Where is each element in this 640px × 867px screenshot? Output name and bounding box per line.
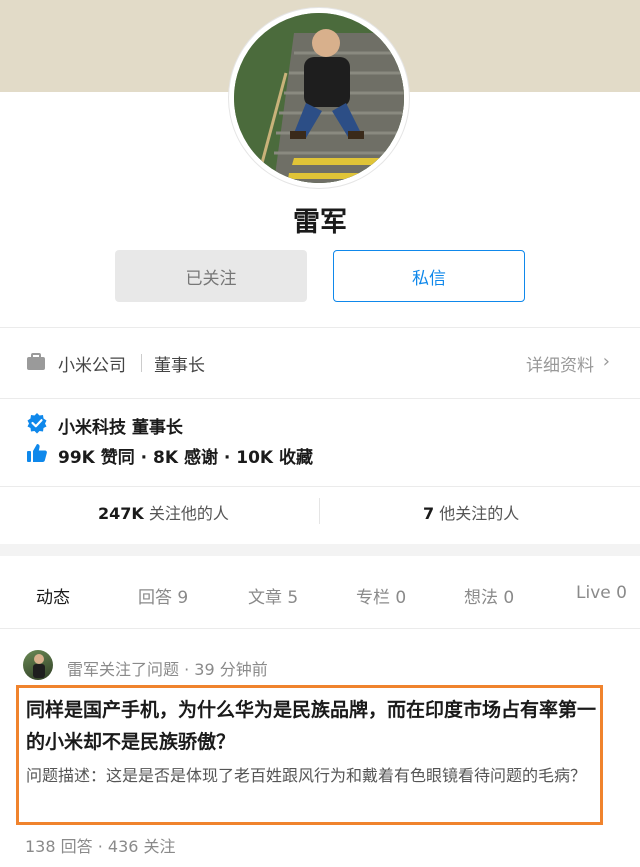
divider bbox=[0, 398, 640, 399]
verified-badge-icon bbox=[26, 412, 48, 438]
briefcase-icon bbox=[26, 352, 46, 376]
tab-thoughts[interactable]: 想法 0 bbox=[464, 583, 514, 608]
profile-name: 雷军 bbox=[293, 207, 347, 238]
tabs-divider bbox=[0, 628, 640, 629]
chevron-right-icon: › bbox=[602, 351, 610, 372]
thumbs-up-icon bbox=[26, 442, 48, 468]
tab-articles[interactable]: 文章 5 bbox=[248, 583, 298, 608]
message-button[interactable]: 私信 bbox=[333, 250, 525, 302]
profile-avatar[interactable] bbox=[229, 8, 409, 188]
tab-activity[interactable]: 动态 bbox=[36, 583, 70, 608]
section-gap bbox=[0, 544, 640, 556]
question-description[interactable]: 问题描述：这是是否是体现了老百姓跟风行为和戴着有色眼镜看待问题的毛病？ bbox=[26, 761, 600, 791]
avatar-photo bbox=[234, 13, 404, 183]
feed-meta: 雷军关注了问题 · 39 分钟前 bbox=[67, 660, 268, 679]
followers-stat[interactable]: 247K 关注他的人 bbox=[98, 500, 229, 524]
following-label: 他关注的人 bbox=[439, 504, 520, 523]
followers-label: 关注他的人 bbox=[148, 504, 229, 523]
following-stat[interactable]: 7 他关注的人 bbox=[423, 500, 519, 524]
followers-count: 247K bbox=[98, 504, 144, 523]
company-position: 董事长 bbox=[154, 356, 205, 376]
verified-row: 小米科技 董事长 bbox=[26, 412, 183, 438]
question-footer: 138 回答 · 436 关注 bbox=[25, 837, 176, 856]
verified-text: 小米科技 董事长 bbox=[58, 417, 183, 438]
tab-live[interactable]: Live 0 bbox=[576, 583, 627, 603]
company-row[interactable]: 小米公司 董事长 详细资料 › bbox=[0, 340, 640, 386]
divider bbox=[0, 327, 640, 328]
divider bbox=[0, 486, 640, 487]
tab-answers[interactable]: 回答 9 bbox=[138, 583, 188, 608]
achievement-stats: 99K 赞同 · 8K 感谢 · 10K 收藏 bbox=[58, 447, 314, 468]
avatar-illustration bbox=[234, 13, 404, 183]
stats-separator bbox=[319, 498, 320, 524]
profile-tabs: 动态 回答 9 文章 5 专栏 0 想法 0 Live 0 bbox=[0, 562, 640, 626]
follow-stats: 247K 关注他的人 7 他关注的人 bbox=[0, 488, 640, 532]
company-name: 小米公司 bbox=[58, 356, 126, 376]
company-separator bbox=[141, 354, 142, 372]
achievement-row: 99K 赞同 · 8K 感谢 · 10K 收藏 bbox=[26, 442, 313, 468]
following-count: 7 bbox=[423, 504, 435, 523]
tab-columns[interactable]: 专栏 0 bbox=[356, 583, 406, 608]
feed-avatar[interactable] bbox=[23, 650, 53, 680]
detail-link[interactable]: 详细资料 bbox=[526, 351, 594, 376]
followed-button[interactable]: 已关注 bbox=[115, 250, 307, 302]
question-title[interactable]: 同样是国产手机，为什么华为是民族品牌，而在印度市场占有率第一的小米却不是民族骄傲… bbox=[26, 694, 606, 758]
